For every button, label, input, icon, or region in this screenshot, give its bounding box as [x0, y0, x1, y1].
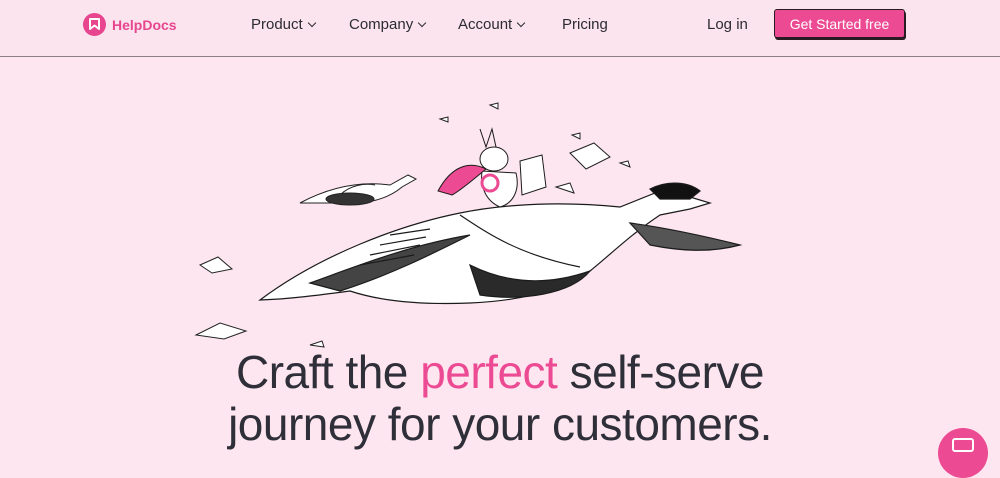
main-menu: Product Company Account Pricing: [251, 16, 608, 33]
headline-line-1: Craft the perfect self-serve: [0, 346, 1000, 398]
bunny-rider-drawing: [437, 127, 547, 208]
headline-text: self-serve: [557, 346, 765, 398]
nav-item-label: Product: [251, 16, 303, 33]
get-started-button[interactable]: Get Started free: [774, 9, 905, 38]
headline-line-2: journey for your customers.: [228, 398, 772, 450]
login-link[interactable]: Log in: [707, 16, 748, 33]
chat-widget-button[interactable]: [938, 428, 988, 478]
nav-item-label: Company: [349, 16, 414, 33]
top-navbar: HelpDocs Product Company Account Pricing…: [0, 0, 1000, 57]
nav-item-account[interactable]: Account: [458, 16, 562, 33]
small-goose-drawing: [299, 174, 418, 206]
headline-accent-word: perfect: [420, 346, 558, 398]
hero-headline: Craft the perfect self-serve journey for…: [0, 346, 1000, 450]
chevron-down-icon: [307, 18, 316, 27]
helpdocs-logo-icon: [83, 13, 106, 36]
brand-name: HelpDocs: [112, 16, 177, 33]
brand-logo[interactable]: HelpDocs: [83, 13, 177, 36]
nav-item-product[interactable]: Product: [251, 16, 349, 33]
nav-item-pricing[interactable]: Pricing: [562, 16, 608, 33]
nav-item-company[interactable]: Company: [349, 16, 458, 33]
hero-illustration: [194, 102, 741, 348]
nav-item-label: Account: [458, 16, 513, 33]
chat-icon: [952, 438, 974, 452]
chevron-down-icon: [516, 18, 526, 27]
headline-text: Craft the: [235, 346, 421, 398]
chevron-down-icon: [417, 18, 427, 27]
nav-item-label: Pricing: [562, 16, 608, 33]
